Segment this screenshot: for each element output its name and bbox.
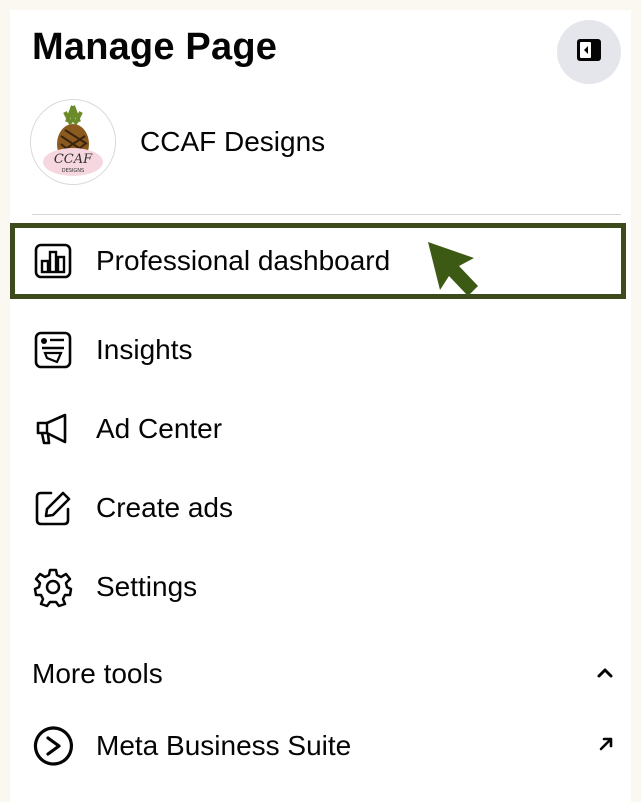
avatar: CCAF DESIGNS bbox=[30, 99, 116, 185]
svg-text:DESIGNS: DESIGNS bbox=[62, 168, 84, 174]
pointer-arrow-icon bbox=[418, 234, 482, 305]
dashboard-icon bbox=[32, 240, 74, 282]
menu-item-label: Professional dashboard bbox=[96, 245, 391, 276]
divider bbox=[32, 214, 621, 215]
manage-page-panel: Manage Page CCAF DESIGNS CCAF Designs Pr… bbox=[10, 10, 631, 802]
meta-business-suite-icon bbox=[32, 725, 74, 767]
chevron-up-icon[interactable] bbox=[594, 662, 616, 689]
page-title: Manage Page bbox=[32, 26, 278, 68]
menu-item-insights[interactable]: Insights bbox=[10, 312, 631, 388]
menu-item-label: Ad Center bbox=[96, 413, 223, 444]
menu-item-label: Insights bbox=[96, 334, 193, 365]
external-link-icon bbox=[596, 734, 616, 759]
menu-item-settings[interactable]: Settings bbox=[10, 549, 631, 625]
more-tools-header[interactable]: More tools bbox=[10, 640, 631, 708]
edit-icon bbox=[32, 487, 74, 529]
menu-item-meta-business-suite[interactable]: Meta Business Suite bbox=[10, 708, 631, 784]
menu-item-label: Meta Business Suite bbox=[96, 730, 352, 761]
menu-item-professional-dashboard[interactable]: Professional dashboard bbox=[10, 223, 626, 299]
page-profile[interactable]: CCAF DESIGNS CCAF Designs bbox=[30, 98, 590, 186]
insights-icon bbox=[32, 329, 74, 371]
menu-item-create-ads[interactable]: Create ads bbox=[10, 470, 631, 546]
megaphone-icon bbox=[32, 408, 74, 450]
collapse-sidebar-button[interactable] bbox=[557, 20, 621, 84]
page-name: CCAF Designs bbox=[140, 126, 326, 157]
menu-item-ad-center[interactable]: Ad Center bbox=[10, 391, 631, 467]
svg-text:CCAF: CCAF bbox=[54, 152, 93, 167]
gear-icon bbox=[32, 566, 74, 608]
section-title: More tools bbox=[32, 658, 163, 689]
menu-item-label: Create ads bbox=[96, 492, 233, 523]
sidebar-collapse-icon bbox=[574, 35, 604, 70]
menu-item-label: Settings bbox=[96, 571, 198, 602]
